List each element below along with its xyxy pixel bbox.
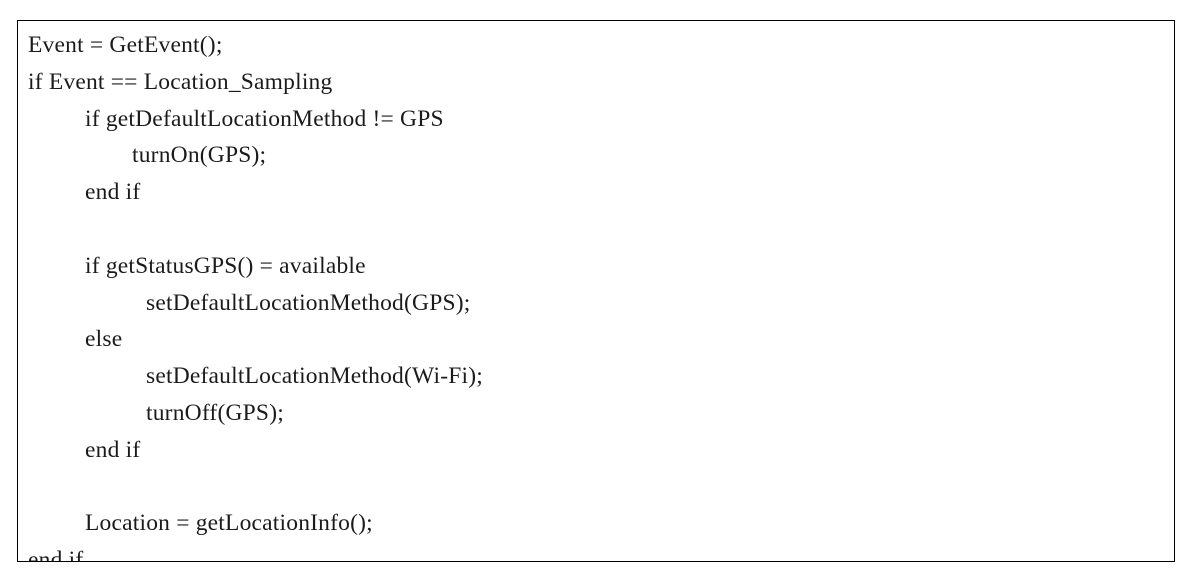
code-line: end if — [85, 436, 141, 463]
code-line: if getDefaultLocationMethod != GPS — [85, 105, 444, 132]
code-blank-line — [18, 469, 1174, 506]
code-line: end if — [28, 547, 84, 562]
code-line: setDefaultLocationMethod(Wi-Fi); — [146, 363, 483, 390]
code-line: end if — [85, 179, 141, 206]
code-line: turnOn(GPS); — [132, 142, 267, 169]
code-line: Event = GetEvent(); — [28, 32, 223, 58]
code-line: if Event == Location_Sampling — [28, 68, 333, 95]
code-line: Location = getLocationInfo(); — [85, 510, 373, 537]
pseudocode-box: Event = GetEvent(); if Event == Location_… — [17, 20, 1175, 562]
code-line: turnOff(GPS); — [146, 399, 284, 426]
pseudocode-listing: Event = GetEvent(); if Event == Location_… — [18, 21, 1174, 562]
figure-root: Event = GetEvent(); if Event == Location_… — [0, 0, 1193, 573]
code-line: else — [85, 326, 123, 353]
code-line: setDefaultLocationMethod(GPS); — [146, 289, 471, 316]
code-blank-line — [18, 211, 1174, 248]
code-line: if getStatusGPS() = available — [85, 252, 366, 279]
